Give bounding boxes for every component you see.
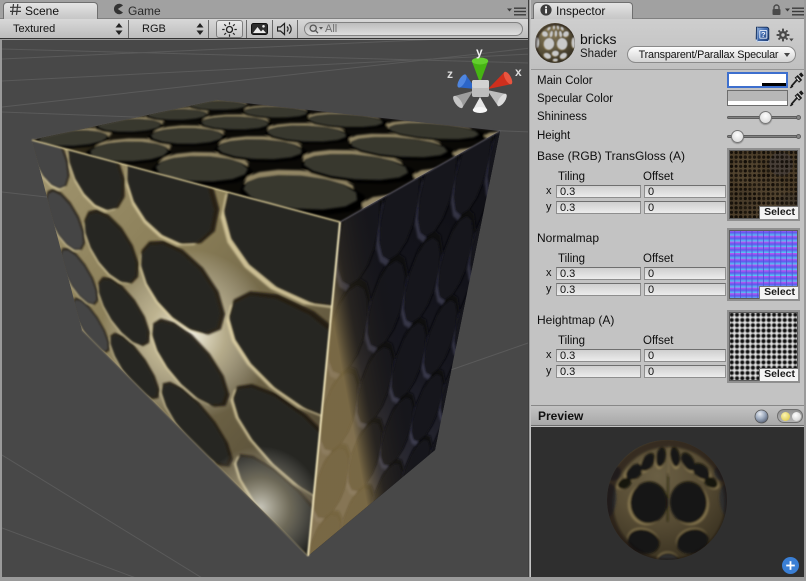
svg-text:?: ? (761, 30, 766, 39)
svg-text:z: z (447, 67, 453, 81)
svg-text:x: x (515, 65, 522, 79)
svg-text:y: y (476, 45, 483, 59)
